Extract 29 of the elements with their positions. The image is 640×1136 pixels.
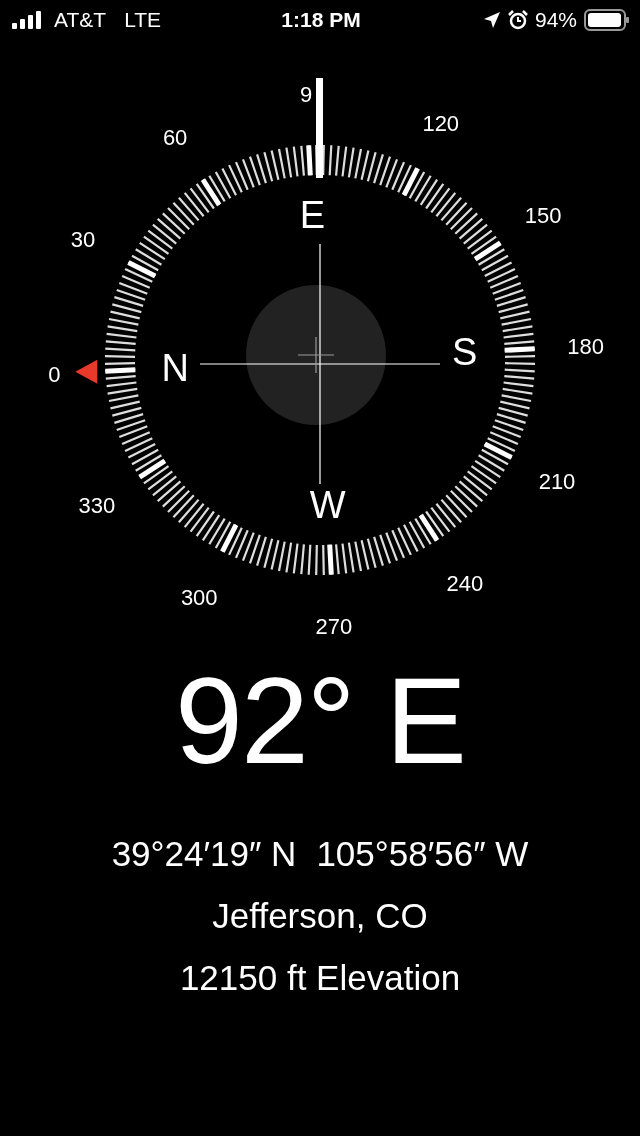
degree-label: 60	[162, 124, 188, 150]
degree-label: 330	[78, 492, 116, 518]
degree-label: 300	[180, 585, 218, 610]
cardinal-letter: S	[452, 331, 478, 374]
degree-label: 150	[524, 203, 562, 229]
status-time: 1:18 PM	[281, 8, 361, 32]
location-name: Jefferson, CO	[212, 896, 428, 936]
degree-label: 120	[422, 111, 460, 136]
cardinal-letter: N	[161, 346, 189, 389]
cardinal-letter: W	[309, 483, 346, 526]
degree-label: 0	[48, 361, 61, 387]
degree-label: 9	[299, 82, 313, 108]
degree-label: 30	[70, 227, 96, 253]
longitude: 105°58′56″ W	[316, 834, 529, 874]
battery-icon	[584, 9, 630, 31]
elevation: 12150 ft Elevation	[179, 958, 461, 998]
degree-label: 240	[446, 571, 484, 597]
heading-readout: 92° E	[174, 660, 466, 782]
north-pointer-icon	[75, 359, 98, 384]
cardinal-letter: E	[299, 194, 326, 237]
degree-label: 180	[567, 334, 604, 360]
carrier-name: AT&T	[54, 8, 107, 32]
degree-label: 270	[315, 613, 353, 639]
degree-label: 210	[538, 468, 576, 494]
network-type: LTE	[124, 8, 162, 32]
alarm-clock-icon	[507, 10, 528, 30]
location-arrow-icon	[482, 11, 501, 29]
battery-percent: 94%	[534, 8, 577, 32]
latitude: 39°24′19″ N	[111, 834, 297, 874]
